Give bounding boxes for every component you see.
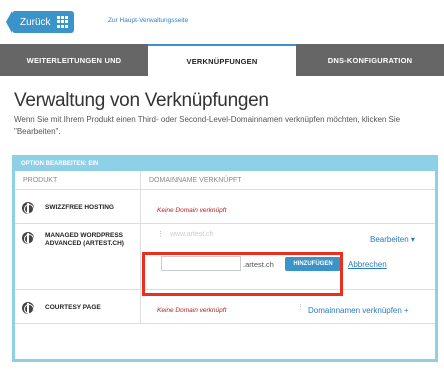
globe-icon bbox=[22, 302, 34, 314]
edit-link[interactable]: Bearbeiten ▾ bbox=[370, 235, 415, 244]
panel-header: OPTION BEARBEITEN: EIN bbox=[15, 158, 435, 171]
tab-bar: WEITERLEITUNGEN UND VERKNÜPFUNGEN DNS-KO… bbox=[0, 44, 444, 76]
globe-icon bbox=[22, 232, 34, 244]
link-domain-button[interactable]: Domainnamen verknüpfen + bbox=[308, 306, 409, 315]
table-row: SWIZZFREE HOSTING Keine Domain verknüpft bbox=[15, 190, 435, 224]
tab-links[interactable]: VERKNÜPFUNGEN bbox=[148, 44, 296, 76]
globe-icon bbox=[22, 202, 34, 214]
column-header-product: PRODUKT bbox=[15, 171, 141, 189]
cancel-link[interactable]: Abbrechen bbox=[348, 260, 387, 269]
linked-domain-text: www.artest.ch bbox=[170, 231, 214, 238]
back-button-label: Zurück bbox=[20, 16, 51, 28]
no-domain-text: Keine Domain verknüpft bbox=[157, 307, 227, 314]
product-name: SWIZZFREE HOSTING bbox=[45, 204, 114, 211]
grid-icon bbox=[56, 16, 69, 28]
drag-handle-icon[interactable]: ⋮ bbox=[157, 231, 164, 238]
page-title: Verwaltung von Verknüpfungen bbox=[14, 90, 269, 111]
column-header-domain: DOMAINNAME VERKNÜPFT bbox=[149, 177, 242, 184]
back-button[interactable]: Zurück bbox=[6, 11, 74, 33]
tab-dns-configuration[interactable]: DNS-KONFIGURATION bbox=[296, 44, 444, 76]
product-name: COURTESY PAGE bbox=[45, 304, 101, 311]
table-header: PRODUKT DOMAINNAME VERKNÜPFT bbox=[15, 171, 435, 190]
drag-handle-icon[interactable]: ⋮ bbox=[297, 304, 304, 311]
main-admin-link[interactable]: Zur Haupt-Verwaltungsseite bbox=[108, 17, 188, 24]
highlight-box bbox=[142, 252, 343, 296]
top-bar: Zurück Zur Haupt-Verwaltungsseite bbox=[0, 0, 444, 44]
page-description: Wenn Sie mit Ihrem Produkt einen Third- … bbox=[14, 115, 401, 136]
product-name: MANAGED WORDPRESS ADVANCED (ARTEST.CH) bbox=[45, 232, 124, 247]
back-arrow-icon bbox=[6, 11, 12, 33]
tab-redirects[interactable]: WEITERLEITUNGEN UND bbox=[0, 44, 148, 76]
no-domain-text: Keine Domain verknüpft bbox=[157, 207, 227, 214]
